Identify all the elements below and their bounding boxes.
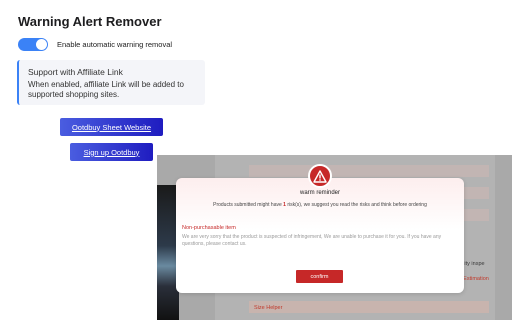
confirm-button[interactable]: confirm	[296, 270, 343, 283]
message-text: Products submitted might have	[213, 202, 284, 208]
signup-button[interactable]: Sign up Ootdbuy	[70, 143, 153, 161]
auto-removal-toggle[interactable]	[18, 38, 48, 51]
non-purchasable-text: We are very sorry that the product is su…	[182, 234, 442, 247]
auto-removal-setting: Enable automatic warning removal	[18, 38, 172, 51]
warning-modal: warm reminder Products submitted might h…	[176, 178, 464, 293]
toggle-knob	[36, 39, 47, 50]
info-text: When enabled, affiliate Link will be add…	[28, 80, 184, 99]
affiliate-info-box: Support with Affiliate Link When enabled…	[17, 60, 205, 105]
non-purchasable-title: Non-purchasable item	[182, 225, 236, 231]
page-title: Warning Alert Remover	[18, 14, 162, 29]
toggle-label: Enable automatic warning removal	[57, 40, 173, 49]
warning-triangle-icon	[308, 164, 332, 188]
message-text: risk(s), we suggest you read the risks a…	[285, 202, 427, 208]
preview-row	[249, 165, 489, 177]
sheet-website-button[interactable]: Ootdbuy Sheet Website	[60, 118, 163, 136]
modal-message: Products submitted might have 1 risk(s),…	[176, 202, 464, 208]
modal-title: warm reminder	[299, 190, 340, 196]
info-heading: Support with Affiliate Link	[28, 67, 123, 77]
preview-row	[249, 301, 489, 313]
preview-side-text: Size Helper	[254, 305, 283, 311]
